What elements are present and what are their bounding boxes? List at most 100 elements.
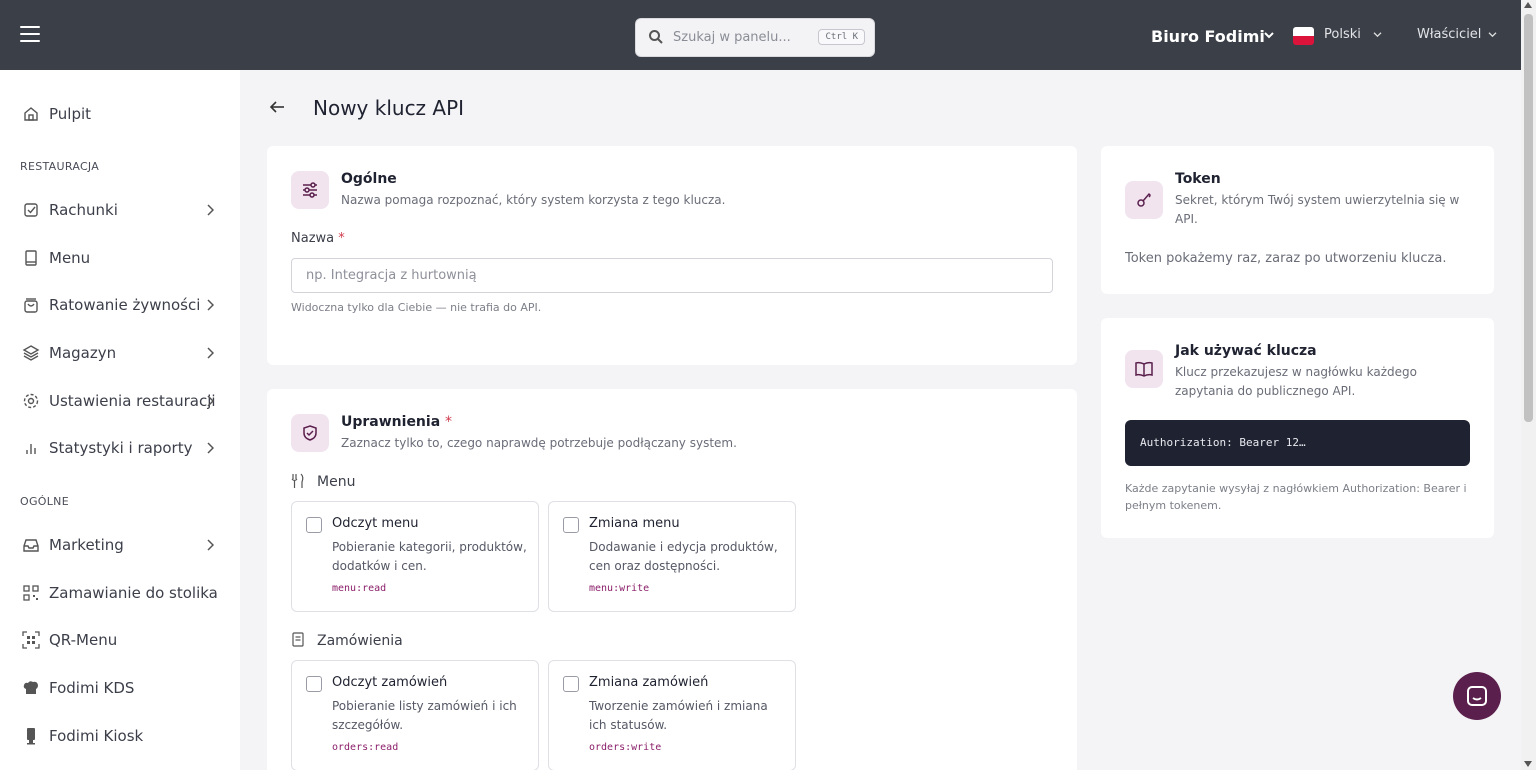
bar-chart-icon bbox=[26, 444, 36, 454]
sidebar-item-statistics[interactable]: Statystyki i raporty bbox=[0, 431, 240, 465]
sliders-icon bbox=[291, 171, 329, 209]
page-scrollbar[interactable] bbox=[1521, 0, 1536, 770]
chevron-down-icon[interactable] bbox=[1373, 31, 1382, 38]
gear-icon bbox=[23, 393, 39, 409]
sidebar-item-label: Rachunki bbox=[49, 201, 118, 219]
scrollbar-thumb[interactable] bbox=[1524, 14, 1533, 422]
sidebar-item-kds[interactable]: Fodimi KDS bbox=[0, 671, 240, 705]
receipt-icon bbox=[292, 632, 304, 647]
scroll-down-arrow-icon[interactable] bbox=[1524, 761, 1532, 767]
sidebar-item-label: Fodimi Kiosk bbox=[49, 727, 144, 745]
sidebar-item-label: Pulpit bbox=[49, 105, 92, 123]
permission-description: Tworzenie zamówień i zmiana ich statusów… bbox=[589, 699, 768, 732]
sidebar-item-label: Menu bbox=[49, 249, 91, 267]
sidebar-item-label: Statystyki i raporty bbox=[49, 439, 193, 457]
permission-checkbox[interactable] bbox=[563, 676, 579, 692]
search-icon bbox=[649, 30, 663, 44]
sidebar-item-qr-menu[interactable]: QR-Menu bbox=[0, 623, 240, 657]
permission-title: Odczyt menu bbox=[332, 516, 419, 531]
permission-scope: orders:read bbox=[332, 742, 399, 753]
chat-icon bbox=[1467, 686, 1487, 706]
search-input[interactable]: Szukaj w panelu... Ctrl K bbox=[635, 18, 875, 57]
page-title: Nowy klucz API bbox=[313, 96, 465, 120]
chevron-down-icon[interactable] bbox=[1488, 31, 1497, 38]
permission-orders-read[interactable]: Odczyt zamówień Pobieranie listy zamówie… bbox=[291, 660, 539, 770]
permissions-title: Uprawnienia * bbox=[341, 414, 452, 430]
sidebar-item-marketing[interactable]: Marketing bbox=[0, 528, 240, 562]
permission-title: Odczyt zamówień bbox=[332, 675, 448, 690]
chevron-right-icon bbox=[207, 395, 214, 407]
permission-menu-write[interactable]: Zmiana menu Dodawanie i edycja produktów… bbox=[548, 501, 796, 612]
chat-support-button[interactable] bbox=[1453, 672, 1501, 720]
chevron-right-icon bbox=[207, 299, 214, 311]
language-switcher[interactable]: Polski bbox=[1324, 27, 1361, 42]
cutlery-icon bbox=[291, 473, 304, 488]
permission-checkbox[interactable] bbox=[306, 517, 322, 533]
book-icon bbox=[25, 250, 37, 266]
section-heading-restaurant: RESTAURACJA bbox=[20, 160, 100, 173]
permissions-subtitle: Zaznacz tylko to, czego naprawdę potrzeb… bbox=[341, 436, 737, 450]
chef-hat-icon bbox=[23, 681, 38, 694]
receipt-check-icon bbox=[24, 203, 38, 217]
required-asterisk: * bbox=[338, 231, 345, 246]
sidebar-item-label: Fodimi KDS bbox=[49, 679, 135, 697]
sidebar-item-warehouse[interactable]: Magazyn bbox=[0, 336, 240, 370]
bag-icon bbox=[24, 298, 38, 313]
token-title: Token bbox=[1175, 171, 1221, 187]
sidebar-item-label: Zamawianie do stolika bbox=[49, 584, 218, 602]
sidebar-item-bills[interactable]: Rachunki bbox=[0, 193, 240, 227]
sidebar-item-label: Magazyn bbox=[49, 344, 117, 362]
permission-scope: menu:write bbox=[589, 583, 650, 594]
permission-checkbox[interactable] bbox=[563, 517, 579, 533]
permission-scope: orders:write bbox=[589, 742, 662, 753]
chevron-right-icon bbox=[207, 442, 214, 454]
qr-code-icon bbox=[22, 631, 40, 649]
usage-subtitle: Klucz przekazujesz w nagłówku każdego za… bbox=[1175, 365, 1417, 398]
company-switcher[interactable]: Biuro Fodimi bbox=[1151, 27, 1265, 46]
permission-menu-read[interactable]: Odczyt menu Pobieranie kategorii, produk… bbox=[291, 501, 539, 612]
permission-group-orders: Zamówienia bbox=[317, 633, 403, 649]
layers-icon bbox=[22, 345, 40, 361]
sidebar-item-table-ordering[interactable]: Zamawianie do stolika bbox=[0, 576, 240, 610]
sidebar-item-food-rescue[interactable]: Ratowanie żywności bbox=[0, 288, 240, 322]
sidebar-item-menu[interactable]: Menu bbox=[0, 241, 240, 275]
name-helper-text: Widoczna tylko dla Ciebie — nie trafia d… bbox=[291, 301, 542, 314]
sidebar-item-label: Ratowanie żywności bbox=[49, 296, 201, 314]
qr-grid-icon bbox=[23, 585, 39, 601]
key-icon bbox=[1125, 181, 1163, 219]
sidebar: Pulpit RESTAURACJA Rachunki Menu Ratowan… bbox=[0, 70, 240, 770]
search-shortcut-badge: Ctrl K bbox=[818, 29, 865, 45]
permission-orders-write[interactable]: Zmiana zamówień Tworzenie zamówień i zmi… bbox=[548, 660, 796, 770]
open-book-icon bbox=[1125, 350, 1163, 388]
sidebar-item-restaurant-settings[interactable]: Ustawienia restauracji bbox=[0, 384, 240, 418]
chevron-down-icon[interactable] bbox=[1264, 31, 1274, 39]
sidebar-item-label: QR-Menu bbox=[49, 631, 118, 649]
hamburger-menu-icon[interactable] bbox=[20, 26, 40, 42]
name-label-text: Nazwa bbox=[291, 231, 335, 246]
poland-flag-icon[interactable] bbox=[1293, 27, 1314, 45]
inbox-icon bbox=[23, 539, 39, 552]
sidebar-item-label: Ustawienia restauracji bbox=[49, 392, 216, 410]
permissions-title-text: Uprawnienia bbox=[341, 414, 441, 430]
name-input[interactable]: np. Integracja z hurtownią bbox=[291, 258, 1053, 293]
usage-title: Jak używać klucza bbox=[1175, 343, 1317, 359]
permission-checkbox[interactable] bbox=[306, 676, 322, 692]
home-icon bbox=[24, 107, 38, 121]
token-subtitle: Sekret, którym Twój system uwierzytelnia… bbox=[1175, 193, 1460, 226]
sidebar-item-label: Marketing bbox=[49, 536, 124, 554]
back-arrow-icon[interactable] bbox=[269, 99, 285, 115]
auth-header-code-block[interactable]: Authorization: Bearer 12… bbox=[1125, 420, 1470, 466]
sidebar-item-kiosk[interactable]: Fodimi Kiosk bbox=[0, 719, 240, 753]
permission-description: Pobieranie kategorii, produktów, dodatkó… bbox=[332, 540, 527, 573]
auth-header-code: Authorization: Bearer 12… bbox=[1140, 436, 1306, 449]
chevron-right-icon bbox=[207, 539, 214, 551]
top-bar: Szukaj w panelu... Ctrl K Biuro Fodimi P… bbox=[0, 0, 1521, 70]
permission-scope: menu:read bbox=[332, 583, 387, 594]
sidebar-item-dashboard[interactable]: Pulpit bbox=[0, 97, 240, 131]
user-role-menu[interactable]: Właściciel bbox=[1417, 27, 1481, 42]
scroll-up-arrow-icon[interactable] bbox=[1524, 2, 1532, 8]
name-field-label: Nazwa * bbox=[291, 231, 345, 246]
permission-description: Dodawanie i edycja produktów, cen oraz d… bbox=[589, 540, 778, 573]
required-asterisk: * bbox=[445, 414, 453, 430]
chevron-right-icon bbox=[207, 204, 214, 216]
